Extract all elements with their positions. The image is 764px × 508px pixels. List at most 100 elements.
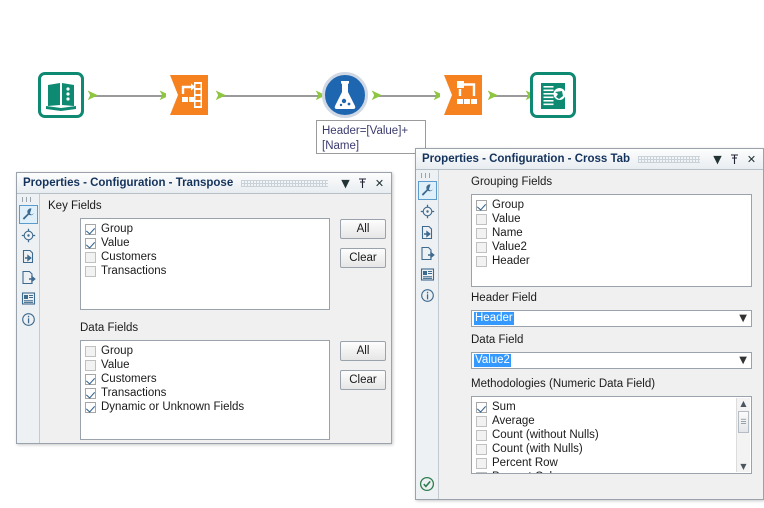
scrollbar-thumb[interactable]: ☰ xyxy=(738,411,749,433)
list-item[interactable]: Group xyxy=(85,222,327,236)
list-item[interactable]: Value xyxy=(85,236,327,250)
checkbox[interactable] xyxy=(476,199,487,211)
info-icon[interactable] xyxy=(19,310,38,329)
list-item[interactable]: Group xyxy=(85,344,327,358)
panel-menu-dropdown-icon[interactable]: ▼ xyxy=(710,152,725,167)
list-item[interactable]: Count (without Nulls) xyxy=(476,428,749,442)
toolstrip-grip[interactable] xyxy=(22,197,34,202)
input-data-tool[interactable] xyxy=(38,72,84,118)
checkbox[interactable] xyxy=(85,251,96,263)
report-icon[interactable] xyxy=(418,265,437,284)
list-item[interactable]: Percent Row xyxy=(476,456,749,470)
checkbox[interactable] xyxy=(476,457,487,469)
list-item[interactable]: Transactions xyxy=(85,386,327,400)
panel-pin-icon[interactable] xyxy=(355,176,370,191)
transpose-panel-titlebar[interactable]: Properties - Configuration - Transpose ▼… xyxy=(17,173,391,194)
toolstrip-grip[interactable] xyxy=(421,173,433,178)
panel-close-icon[interactable]: ✕ xyxy=(744,152,759,167)
list-item[interactable]: Value xyxy=(476,212,749,226)
list-item-label: Customers xyxy=(101,373,157,385)
checkbox[interactable] xyxy=(476,443,487,455)
checkbox[interactable] xyxy=(476,213,487,225)
output-connector[interactable]: ➤ xyxy=(486,88,499,103)
chevron-down-icon[interactable]: ▼ xyxy=(739,313,747,324)
checkbox[interactable] xyxy=(476,415,487,427)
list-item[interactable]: Customers xyxy=(85,250,327,264)
crosshair-icon[interactable] xyxy=(19,226,38,245)
data-fields-all-button[interactable]: All xyxy=(340,341,386,361)
list-item-label: Transactions xyxy=(101,265,167,277)
transpose-tool[interactable] xyxy=(166,72,212,118)
checkbox[interactable] xyxy=(85,345,96,357)
export-icon[interactable] xyxy=(418,244,437,263)
crosshair-icon[interactable] xyxy=(418,202,437,221)
list-item-label: Value xyxy=(101,237,130,249)
checkbox[interactable] xyxy=(85,265,96,277)
wrench-icon[interactable] xyxy=(18,205,38,224)
report-icon[interactable] xyxy=(19,289,38,308)
crosstab-panel-titlebar[interactable]: Properties - Configuration - Cross Tab ▼… xyxy=(416,149,763,170)
key-fields-label: Key Fields xyxy=(48,200,102,212)
list-item[interactable]: Transactions xyxy=(85,264,327,278)
list-item[interactable]: Percent Column xyxy=(476,470,749,473)
crosstab-panel-title: Properties - Configuration - Cross Tab xyxy=(422,153,631,165)
list-item[interactable]: Value2 xyxy=(476,240,749,254)
output-connector[interactable]: ➤ xyxy=(214,88,227,103)
list-item[interactable]: Customers xyxy=(85,372,327,386)
info-icon[interactable] xyxy=(418,286,437,305)
output-connector[interactable]: ➤ xyxy=(370,88,383,103)
chevron-down-icon[interactable]: ▼ xyxy=(739,355,747,366)
data-fields-label: Data Fields xyxy=(80,322,139,334)
key-fields-all-button[interactable]: All xyxy=(340,219,386,239)
scroll-down-arrow-icon[interactable]: ▼ xyxy=(740,461,746,472)
grouping-fields-listbox[interactable]: Group Value Name Value2 Header xyxy=(471,194,752,287)
checkbox[interactable] xyxy=(85,387,96,399)
list-item[interactable]: Count (with Nulls) xyxy=(476,442,749,456)
wrench-icon[interactable] xyxy=(417,181,437,200)
crosstab-tool[interactable] xyxy=(440,72,486,118)
checkbox[interactable] xyxy=(85,359,96,371)
data-fields-clear-button[interactable]: Clear xyxy=(340,370,386,390)
list-item[interactable]: Value xyxy=(85,358,327,372)
panel-grip[interactable] xyxy=(241,179,328,187)
checkbox[interactable] xyxy=(85,373,96,385)
checkbox[interactable] xyxy=(476,241,487,253)
list-item[interactable]: Sum xyxy=(476,400,749,414)
methodologies-scrollbar[interactable]: ▲ ☰ ▼ xyxy=(736,398,750,472)
methodologies-listbox[interactable]: Sum Average Count (without Nulls) Count … xyxy=(471,396,752,474)
checkbox[interactable] xyxy=(85,401,96,413)
header-field-label: Header Field xyxy=(471,292,537,304)
checkbox[interactable] xyxy=(476,429,487,441)
checkbox[interactable] xyxy=(476,471,487,473)
checkbox[interactable] xyxy=(85,223,96,235)
panel-close-icon[interactable]: ✕ xyxy=(372,176,387,191)
list-item[interactable]: Header xyxy=(476,254,749,268)
transpose-toolstrip xyxy=(17,194,40,443)
crosstab-properties-panel: Properties - Configuration - Cross Tab ▼… xyxy=(415,148,764,500)
checkbox[interactable] xyxy=(85,237,96,249)
data-field-select[interactable]: Value2 ▼ xyxy=(471,352,752,369)
list-item[interactable]: Group xyxy=(476,198,749,212)
checkbox[interactable] xyxy=(476,401,487,413)
output-connector[interactable]: ➤ xyxy=(86,88,99,103)
import-icon[interactable] xyxy=(19,247,38,266)
formula-tool[interactable] xyxy=(322,72,368,118)
checkbox[interactable] xyxy=(476,227,487,239)
panel-menu-dropdown-icon[interactable]: ▼ xyxy=(338,176,353,191)
export-icon[interactable] xyxy=(19,268,38,287)
key-fields-clear-button[interactable]: Clear xyxy=(340,248,386,268)
panel-pin-icon[interactable] xyxy=(727,152,742,167)
panel-grip[interactable] xyxy=(638,155,700,163)
header-field-select[interactable]: Header ▼ xyxy=(471,310,752,327)
data-fields-listbox[interactable]: Group Value Customers Transactions Dynam… xyxy=(80,340,330,440)
checkbox[interactable] xyxy=(476,255,487,267)
scroll-up-arrow-icon[interactable]: ▲ xyxy=(740,398,746,409)
browse-tool[interactable] xyxy=(530,72,576,118)
list-item[interactable]: Name xyxy=(476,226,749,240)
key-fields-listbox[interactable]: Group Value Customers Transactions xyxy=(80,218,330,310)
list-item[interactable]: Dynamic or Unknown Fields xyxy=(85,400,327,414)
check-circle-icon[interactable] xyxy=(418,474,437,493)
import-icon[interactable] xyxy=(418,223,437,242)
crosstab-icon xyxy=(440,72,486,118)
list-item[interactable]: Average xyxy=(476,414,749,428)
